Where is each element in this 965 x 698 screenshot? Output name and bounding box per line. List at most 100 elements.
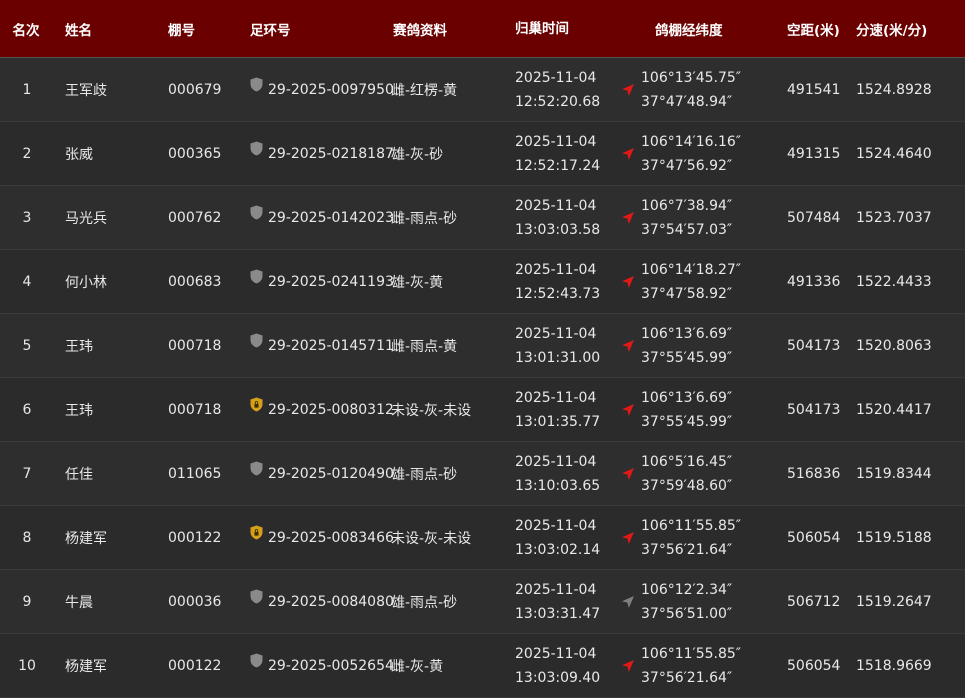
cell-geo: 106°12′2.34″ 37°56′51.00″ xyxy=(622,578,784,626)
header-ring[interactable]: 足环号 xyxy=(245,19,388,39)
cell-rank: 8 xyxy=(22,529,32,546)
location-arrow-icon[interactable] xyxy=(621,211,635,225)
header-info[interactable]: 赛鸽资料 xyxy=(388,19,511,39)
cell-rank: 1 xyxy=(22,81,32,98)
cell-rank: 4 xyxy=(22,273,32,290)
cell-time: 2025-11-04 12:52:43.73 xyxy=(511,258,634,306)
cell-speed: 1520.8063 xyxy=(856,337,932,354)
table-row[interactable]: 4 何小林 000683 29-2025-0241193 雄-灰-黄 2025-11-04… xyxy=(0,250,965,314)
cell-geo: 106°13′45.75″ 37°47′48.94″ xyxy=(622,66,784,114)
cell-info: 雄-雨点-砂 xyxy=(391,466,458,483)
table-row[interactable]: 5 王玮 000718 29-2025-0145711 雌-雨点-黄 2025-11-04… xyxy=(0,314,965,378)
longitude: 106°11′55.85″ xyxy=(641,517,742,534)
cell-speed: 1524.4640 xyxy=(856,145,932,162)
cell-speed: 1520.4417 xyxy=(856,401,932,418)
longitude: 106°11′55.85″ xyxy=(641,645,742,662)
cell-info: 雄-雨点-砂 xyxy=(391,594,458,611)
cell-geo: 106°7′38.94″ 37°54′57.03″ xyxy=(622,194,784,242)
arrival-date: 2025-11-04 xyxy=(515,133,597,150)
cell-distance: 504173 xyxy=(787,337,841,354)
longitude: 106°12′2.34″ xyxy=(641,581,733,598)
arrival-date: 2025-11-04 xyxy=(515,389,597,406)
cell-geo: 106°11′55.85″ 37°56′21.64″ xyxy=(622,642,784,690)
location-arrow-icon[interactable] xyxy=(621,403,635,417)
arrival-date: 2025-11-04 xyxy=(515,517,597,534)
cell-time: 2025-11-04 13:03:02.14 xyxy=(511,514,634,562)
location-arrow-icon[interactable] xyxy=(621,275,635,289)
arrival-time: 13:03:09.40 xyxy=(515,669,601,686)
cell-name: 王军歧 xyxy=(65,82,107,99)
cell-speed: 1519.8344 xyxy=(856,465,932,482)
cell-distance: 491541 xyxy=(787,81,841,98)
table-row[interactable]: 7 任佳 011065 29-2025-0120490 雄-雨点-砂 2025-11-04… xyxy=(0,442,965,506)
cell-loft: 000122 xyxy=(168,657,222,674)
cell-time: 2025-11-04 13:01:31.00 xyxy=(511,322,634,370)
location-arrow-icon[interactable] xyxy=(621,467,635,481)
longitude: 106°5′16.45″ xyxy=(641,453,733,470)
arrival-time: 13:03:03.58 xyxy=(515,221,601,238)
cell-name: 杨建军 xyxy=(65,530,107,547)
cell-speed: 1519.2647 xyxy=(856,593,932,610)
cell-info: 雌-雨点-砂 xyxy=(391,210,458,227)
table-row[interactable]: 3 马光兵 000762 29-2025-0142023 雌-雨点-砂 2025-11-0… xyxy=(0,186,965,250)
cell-rank: 5 xyxy=(22,337,32,354)
arrival-date: 2025-11-04 xyxy=(515,325,597,342)
cell-distance: 506712 xyxy=(787,593,841,610)
table-row[interactable]: 10 杨建军 000122 29-2025-0052654 雌-灰-黄 2025-11-0… xyxy=(0,634,965,698)
location-arrow-icon[interactable] xyxy=(621,339,635,353)
cell-name: 牛晨 xyxy=(65,594,93,611)
cell-name: 何小林 xyxy=(65,274,107,291)
table-row[interactable]: 8 杨建军 000122 29-2025-0083466 未设-灰-未设 2025-11-… xyxy=(0,506,965,570)
cell-name: 王玮 xyxy=(65,402,93,419)
ring-number: 29-2025-0120490 xyxy=(268,465,394,482)
cell-time: 2025-11-04 13:03:03.58 xyxy=(511,194,634,242)
latitude: 37°47′56.92″ xyxy=(641,157,733,174)
location-arrow-icon[interactable] xyxy=(621,659,635,673)
cell-loft: 000718 xyxy=(168,337,222,354)
table-body: 1 王军歧 000679 29-2025-0097950 雌-红楞-黄 2025-11-0… xyxy=(0,58,965,698)
table-row[interactable]: 2 张威 000365 29-2025-0218187 雄-灰-砂 2025-11-04 1… xyxy=(0,122,965,186)
cell-rank: 10 xyxy=(18,657,36,674)
latitude: 37°54′57.03″ xyxy=(641,221,733,238)
cell-geo: 106°13′6.69″ 37°55′45.99″ xyxy=(622,322,784,370)
header-name[interactable]: 姓名 xyxy=(60,19,163,39)
cell-speed: 1524.8928 xyxy=(856,81,932,98)
location-arrow-icon[interactable] xyxy=(621,531,635,545)
cell-loft: 000365 xyxy=(168,145,222,162)
header-distance[interactable]: 空距(米) xyxy=(784,19,856,39)
location-arrow-icon[interactable] xyxy=(621,147,635,161)
table-row[interactable]: 1 王军歧 000679 29-2025-0097950 雌-红楞-黄 2025-11-0… xyxy=(0,58,965,122)
cell-name: 张威 xyxy=(65,146,93,163)
header-rank[interactable]: 名次 xyxy=(0,19,60,39)
cell-distance: 507484 xyxy=(787,209,841,226)
arrival-date: 2025-11-04 xyxy=(515,453,597,470)
cell-loft: 000122 xyxy=(168,529,222,546)
table-row[interactable]: 9 牛晨 000036 29-2025-0084080 雄-雨点-砂 2025-11-04… xyxy=(0,570,965,634)
cell-time: 2025-11-04 12:52:17.24 xyxy=(511,130,634,178)
cell-info: 雄-灰-砂 xyxy=(391,146,444,163)
cell-distance: 504173 xyxy=(787,401,841,418)
cell-time: 2025-11-04 12:52:20.68 xyxy=(511,66,634,114)
arrival-time: 13:01:31.00 xyxy=(515,349,601,366)
table-header: 名次 姓名 棚号 足环号 赛鸽资料 归巢时间 鸽棚经纬度 空距(米) 分速(米/… xyxy=(0,0,965,58)
header-geo[interactable]: 鸽棚经纬度 xyxy=(634,19,784,39)
location-arrow-icon[interactable] xyxy=(621,595,635,609)
cell-name: 杨建军 xyxy=(65,658,107,675)
shield-gray-icon xyxy=(250,141,263,156)
cell-rank: 7 xyxy=(22,465,32,482)
header-time[interactable]: 归巢时间 xyxy=(511,17,634,41)
location-arrow-icon[interactable] xyxy=(621,83,635,97)
cell-loft: 000683 xyxy=(168,273,222,290)
ring-number: 29-2025-0241193 xyxy=(268,273,394,290)
cell-speed: 1522.4433 xyxy=(856,273,932,290)
cell-geo: 106°11′55.85″ 37°56′21.64″ xyxy=(622,514,784,562)
longitude: 106°13′45.75″ xyxy=(641,69,742,86)
header-speed[interactable]: 分速(米/分) xyxy=(856,19,965,39)
cell-ring: 29-2025-0241193 xyxy=(245,269,394,290)
arrival-date: 2025-11-04 xyxy=(515,261,597,278)
latitude: 37°47′58.92″ xyxy=(641,285,733,302)
cell-time: 2025-11-04 13:01:35.77 xyxy=(511,386,634,434)
ring-number: 29-2025-0097950 xyxy=(268,81,394,98)
header-loft[interactable]: 棚号 xyxy=(163,19,245,39)
table-row[interactable]: 6 王玮 000718 29-2025-0080312 未设-灰-未设 2025-11-0… xyxy=(0,378,965,442)
